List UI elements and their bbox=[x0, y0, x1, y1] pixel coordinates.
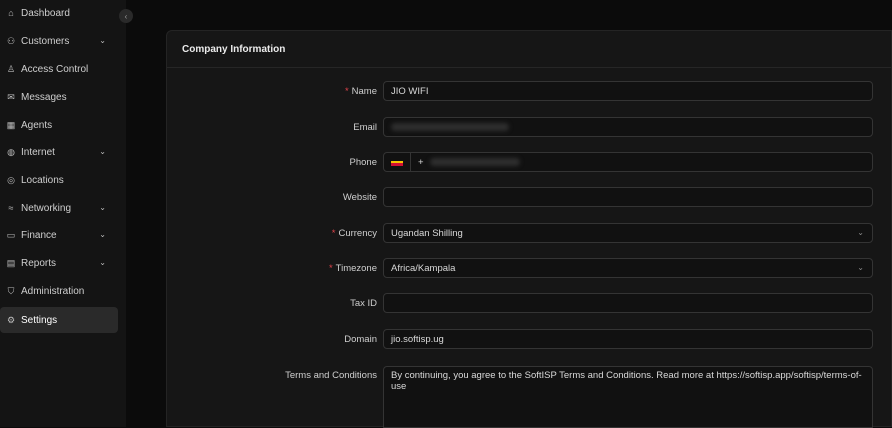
domain-input[interactable]: jio.softisp.ug bbox=[383, 329, 873, 349]
mail-icon: ✉ bbox=[7, 91, 15, 102]
redacted-email bbox=[391, 123, 509, 131]
country-code-selector[interactable] bbox=[391, 153, 411, 171]
sidebar-item-label: Customers bbox=[21, 35, 70, 47]
chevron-down-icon: ⌄ bbox=[857, 228, 864, 237]
chevron-down-icon[interactable]: ⌄ bbox=[99, 203, 106, 212]
currency-label: * Currency bbox=[331, 228, 377, 239]
required-indicator: * bbox=[344, 86, 349, 97]
sidebar-item-dashboard[interactable]: ⌂ Dashboard bbox=[0, 0, 118, 26]
sidebar-item-label: Reports bbox=[21, 257, 57, 269]
sidebar-item-customers[interactable]: ⚇ Customers ⌄ bbox=[0, 28, 118, 54]
required-indicator: * bbox=[328, 263, 333, 274]
sidebar: ⌂ Dashboard ⚇ Customers ⌄ ♙ Access Control ✉ Mes… bbox=[0, 0, 126, 427]
gear-icon: ⚙ bbox=[6, 314, 16, 325]
sidebar-item-messages[interactable]: ✉ Messages bbox=[0, 84, 118, 110]
home-icon: ⌂ bbox=[8, 8, 14, 18]
sidebar-item-label: Messages bbox=[21, 91, 67, 103]
website-label: Website bbox=[342, 192, 377, 203]
name-input[interactable]: JIO WIFI bbox=[383, 81, 873, 101]
sidebar-item-label: Administration bbox=[21, 285, 85, 297]
sidebar-item-administration[interactable]: ⛉ Administration bbox=[0, 278, 118, 304]
email-input[interactable] bbox=[383, 117, 873, 137]
name-value: JIO WIFI bbox=[391, 85, 429, 97]
sidebar-item-settings[interactable]: ⚙ Settings bbox=[0, 307, 118, 333]
terms-label: Terms and Conditions bbox=[285, 370, 377, 381]
domain-value: jio.softisp.ug bbox=[391, 333, 444, 345]
timezone-label: * Timezone bbox=[328, 263, 377, 274]
wifi-icon: ≈ bbox=[8, 203, 14, 213]
sidebar-item-label: Locations bbox=[21, 174, 64, 186]
building-icon: ▦ bbox=[6, 119, 16, 130]
file-icon: ▤ bbox=[6, 257, 16, 268]
phone-label: Phone bbox=[349, 157, 377, 168]
sidebar-item-agents[interactable]: ▦ Agents bbox=[0, 112, 118, 138]
tax-id-label: Tax ID bbox=[350, 298, 377, 309]
sidebar-item-internet[interactable]: ◍ Internet ⌄ bbox=[0, 139, 118, 165]
terms-textarea[interactable]: By continuing, you agree to the SoftISP … bbox=[383, 366, 873, 428]
panel-title: Company Information bbox=[167, 31, 891, 68]
phone-prefix: + bbox=[418, 156, 424, 168]
wallet-icon: ▭ bbox=[6, 229, 16, 240]
globe-icon: ◍ bbox=[7, 146, 15, 157]
shield-icon: ⛉ bbox=[7, 285, 15, 296]
chevron-down-icon: ⌄ bbox=[857, 263, 864, 272]
sidebar-item-access-control[interactable]: ♙ Access Control bbox=[0, 56, 118, 82]
company-information-panel: Company Information * Name JIO WIFI Email… bbox=[166, 30, 892, 428]
chevron-down-icon[interactable]: ⌄ bbox=[99, 147, 106, 156]
name-label: * Name bbox=[344, 86, 377, 97]
currency-select[interactable]: Ugandan Shilling ⌄ bbox=[383, 223, 873, 243]
chevron-down-icon[interactable]: ⌄ bbox=[99, 230, 106, 239]
users-icon: ⚇ bbox=[6, 35, 16, 46]
sidebar-item-reports[interactable]: ▤ Reports ⌄ bbox=[0, 250, 118, 276]
redacted-phone bbox=[429, 158, 520, 166]
sidebar-item-label: Dashboard bbox=[21, 7, 70, 19]
website-input[interactable] bbox=[383, 187, 873, 207]
chevron-down-icon[interactable]: ⌄ bbox=[99, 36, 106, 45]
sidebar-item-label: Finance bbox=[21, 229, 57, 241]
chevron-down-icon[interactable]: ⌄ bbox=[99, 258, 106, 267]
sidebar-item-label: Internet bbox=[21, 146, 55, 158]
email-label: Email bbox=[353, 122, 377, 133]
sidebar-item-locations[interactable]: ◎ Locations bbox=[0, 167, 118, 193]
required-indicator: * bbox=[331, 228, 336, 239]
timezone-value: Africa/Kampala bbox=[391, 262, 456, 274]
sidebar-item-networking[interactable]: ≈ Networking ⌄ bbox=[0, 195, 118, 221]
user-icon: ♙ bbox=[6, 63, 16, 74]
location-icon: ◎ bbox=[7, 174, 15, 185]
sidebar-item-label: Agents bbox=[21, 119, 53, 131]
currency-value: Ugandan Shilling bbox=[391, 227, 463, 239]
uganda-flag-icon bbox=[391, 158, 403, 167]
timezone-select[interactable]: Africa/Kampala ⌄ bbox=[383, 258, 873, 278]
domain-label: Domain bbox=[344, 334, 377, 345]
sidebar-item-label: Access Control bbox=[21, 63, 89, 75]
tax-id-input[interactable] bbox=[383, 293, 873, 313]
phone-input[interactable]: + bbox=[383, 152, 873, 172]
sidebar-item-finance[interactable]: ▭ Finance ⌄ bbox=[0, 222, 118, 248]
sidebar-item-label: Networking bbox=[21, 202, 72, 214]
sidebar-item-label: Settings bbox=[21, 314, 58, 326]
collapse-sidebar-button[interactable]: ‹ bbox=[119, 9, 133, 23]
